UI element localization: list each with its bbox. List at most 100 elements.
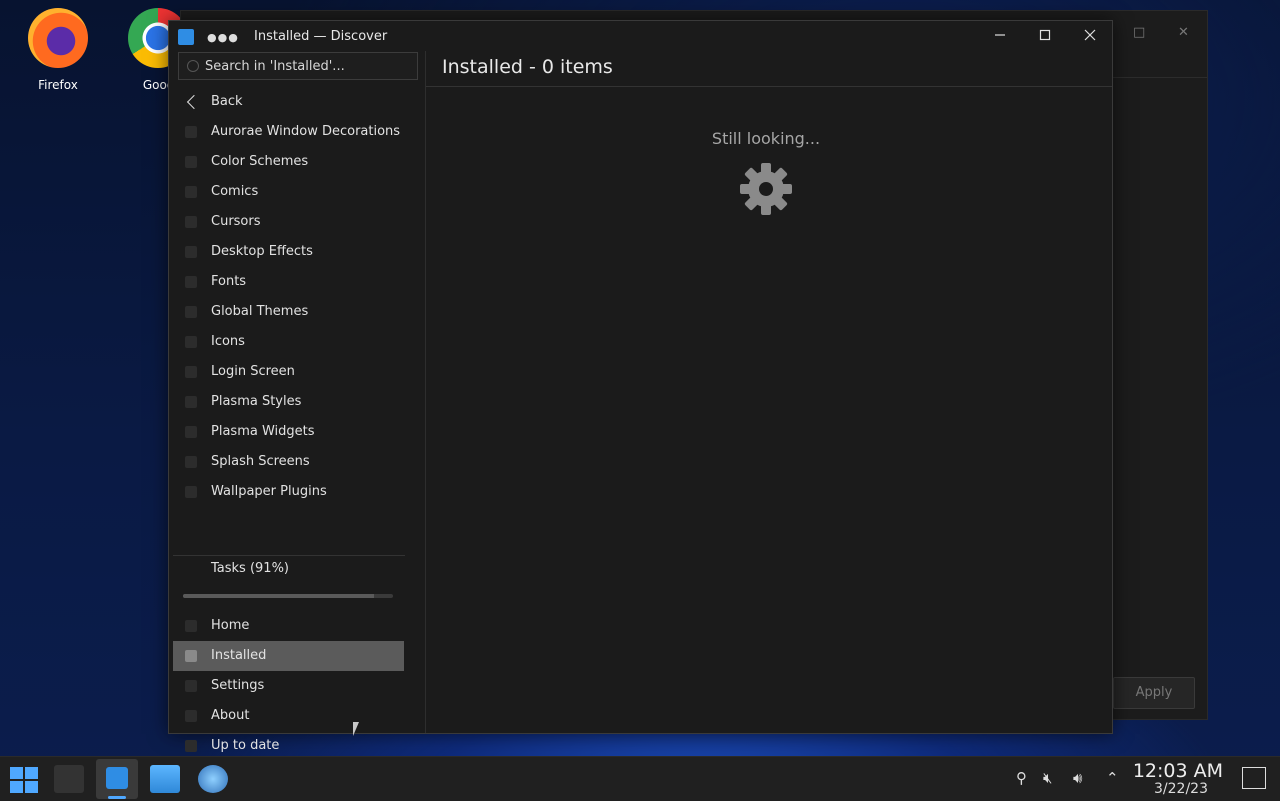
- sidebar-item-label: Splash Screens: [211, 454, 310, 469]
- tasks-progress-bar: [183, 594, 393, 598]
- minimize-icon: [995, 34, 1005, 36]
- category-icon: [185, 396, 197, 408]
- firefox-icon: [28, 8, 88, 68]
- chevron-up-icon[interactable]: ⌃: [1106, 769, 1119, 787]
- category-icon: [185, 306, 197, 318]
- category-icon: [185, 336, 197, 348]
- sidebar-item-plasma-styles[interactable]: Plasma Styles: [173, 387, 409, 417]
- sidebar-item-label: Desktop Effects: [211, 244, 313, 259]
- file-manager-taskbar-icon[interactable]: [150, 765, 180, 793]
- maximize-icon: [1039, 29, 1051, 41]
- search-input[interactable]: [178, 52, 418, 80]
- maximize-button[interactable]: [1035, 26, 1055, 46]
- tasks-progress-fill: [183, 594, 375, 598]
- sidebar-item-label: Plasma Styles: [211, 394, 302, 409]
- sidebar-item-splash-screens[interactable]: Splash Screens: [173, 447, 409, 477]
- home-icon: [185, 620, 197, 632]
- microphone-muted-icon[interactable]: 🔇︎: [1043, 769, 1052, 787]
- sidebar-item-label: Home: [211, 618, 250, 633]
- sidebar-item-about[interactable]: About: [173, 701, 404, 731]
- sidebar-item-label: Cursors: [211, 214, 261, 229]
- show-desktop-button[interactable]: [1242, 767, 1266, 789]
- sidebar-item-fonts[interactable]: Fonts: [173, 267, 409, 297]
- menu-dots-icon[interactable]: ●●●: [207, 31, 239, 44]
- category-list: Back Aurorae Window Decorations Color Sc…: [173, 87, 409, 507]
- category-icon: [185, 156, 197, 168]
- back-button[interactable]: Back: [173, 87, 409, 117]
- category-icon: [185, 276, 197, 288]
- back-label: Back: [211, 94, 243, 109]
- content-divider: [426, 86, 1112, 87]
- sidebar-item-label: Fonts: [211, 274, 247, 289]
- category-icon: [185, 486, 197, 498]
- info-icon: [185, 710, 197, 722]
- sidebar-item-global-themes[interactable]: Global Themes: [173, 297, 409, 327]
- tasks-label[interactable]: Tasks (91%): [211, 561, 289, 576]
- sidebar-item-label: Color Schemes: [211, 154, 309, 169]
- sidebar-item-label: Installed: [211, 648, 267, 663]
- clock-date[interactable]: 3/22/23: [1154, 781, 1208, 797]
- chevron-left-icon: [186, 94, 202, 110]
- user-icon[interactable]: ⚲: [1016, 769, 1027, 787]
- category-icon: [185, 186, 197, 198]
- installed-list-icon: [185, 650, 197, 662]
- sidebar-item-label: Plasma Widgets: [211, 424, 315, 439]
- sidebar-item-comics[interactable]: Comics: [173, 177, 409, 207]
- category-icon: [185, 126, 197, 138]
- volume-icon[interactable]: 🔊︎: [1073, 769, 1082, 787]
- sidebar-item-label: Icons: [211, 334, 245, 349]
- bottom-nav: Home Installed Settings About Up to date: [173, 611, 404, 761]
- sidebar-item-label: Wallpaper Plugins: [211, 484, 327, 499]
- web-browser-taskbar-icon[interactable]: [198, 765, 228, 793]
- sidebar-item-label: Login Screen: [211, 364, 295, 379]
- discover-taskbar-icon[interactable]: [96, 759, 138, 799]
- sidebar-divider: [173, 555, 405, 556]
- category-icon: [185, 426, 197, 438]
- desktop-icon-label: Firefox: [38, 78, 78, 92]
- sidebar-item-login-screen[interactable]: Login Screen: [173, 357, 409, 387]
- sidebar-item-desktop-effects[interactable]: Desktop Effects: [173, 237, 409, 267]
- update-icon: [185, 740, 197, 752]
- category-icon: [185, 366, 197, 378]
- settings-icon: [185, 680, 197, 692]
- category-icon: [185, 246, 197, 258]
- gear-icon: [740, 163, 792, 215]
- sidebar-item-label: Aurorae Window Decorations: [211, 124, 401, 139]
- sidebar-item-aurorae[interactable]: Aurorae Window Decorations: [173, 117, 409, 147]
- sidebar-item-label: About: [211, 708, 250, 723]
- window-title: Installed — Discover: [254, 29, 388, 44]
- sidebar-item-icons[interactable]: Icons: [173, 327, 409, 357]
- apply-button[interactable]: Apply: [1113, 677, 1195, 709]
- sidebar-item-plasma-widgets[interactable]: Plasma Widgets: [173, 417, 409, 447]
- close-button[interactable]: [1080, 26, 1100, 46]
- sidebar-item-settings[interactable]: Settings: [173, 671, 404, 701]
- category-icon: [185, 456, 197, 468]
- close-icon[interactable]: ✕: [1178, 25, 1189, 40]
- discover-window: ●●● Installed — Discover Back Aurorae Wi…: [168, 20, 1113, 753]
- discover-app-icon[interactable]: [178, 29, 194, 45]
- sidebar-item-home[interactable]: Home: [173, 611, 404, 641]
- sidebar-item-label: Global Themes: [211, 304, 309, 319]
- title-bar[interactable]: ●●● Installed — Discover: [169, 21, 1112, 51]
- sidebar-item-installed[interactable]: Installed: [173, 641, 404, 671]
- category-icon: [185, 216, 197, 228]
- sidebar: Back Aurorae Window Decorations Color Sc…: [169, 51, 426, 753]
- minimize-button[interactable]: [990, 26, 1010, 46]
- maximize-icon[interactable]: □: [1133, 25, 1145, 40]
- main-content: Installed - 0 items Still looking...: [426, 51, 1112, 733]
- clock-time[interactable]: 12:03 AM: [1133, 760, 1223, 782]
- sidebar-item-label: Comics: [211, 184, 259, 199]
- sidebar-item-cursors[interactable]: Cursors: [173, 207, 409, 237]
- sidebar-item-label: Up to date: [211, 738, 280, 753]
- search-icon: [187, 60, 199, 72]
- desktop-icon-firefox[interactable]: Firefox: [13, 8, 103, 92]
- page-title: Installed - 0 items: [442, 56, 613, 78]
- sidebar-item-label: Settings: [211, 678, 265, 693]
- sidebar-item-wallpaper-plugins[interactable]: Wallpaper Plugins: [173, 477, 409, 507]
- sidebar-item-color-schemes[interactable]: Color Schemes: [173, 147, 409, 177]
- start-menu-button[interactable]: [9, 765, 39, 793]
- mouse-cursor: [353, 722, 359, 736]
- taskbar: ⚲ 🔇︎ 🔊︎ ⌃ 12:03 AM 3/22/23: [0, 756, 1280, 801]
- system-settings-taskbar-icon[interactable]: [54, 765, 84, 793]
- loading-status: Still looking...: [711, 129, 821, 148]
